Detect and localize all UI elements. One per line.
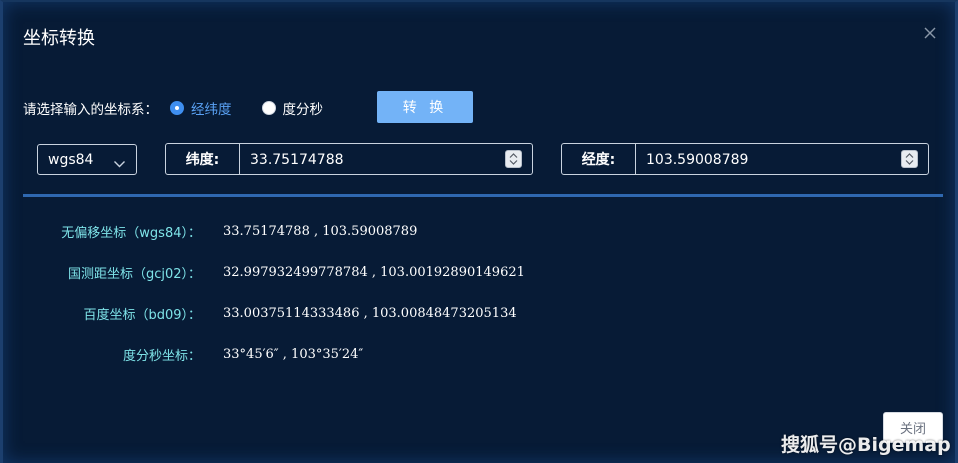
longitude-input[interactable] bbox=[636, 144, 928, 176]
coordinate-conversion-dialog: 坐标转换 请选择输入的坐标系： 经纬度 度分秒 转 换 wgs84 纬度: 33… bbox=[0, 0, 958, 463]
close-icon[interactable] bbox=[923, 26, 939, 42]
spinner-icon[interactable] bbox=[901, 150, 918, 168]
result-label: 无偏移坐标（wgs84）： bbox=[61, 225, 201, 241]
result-value: 33.75174788 , 103.59008789 bbox=[223, 223, 418, 239]
watermark: 搜狐号@Bigemap bbox=[781, 434, 951, 456]
radio-label: 度分秒 bbox=[282, 102, 324, 118]
longitude-field: 经度: bbox=[561, 143, 929, 176]
convert-button[interactable]: 转 换 bbox=[377, 91, 473, 123]
radio-decimal-degrees[interactable]: 经纬度 bbox=[170, 98, 232, 118]
result-label: 度分秒坐标： bbox=[122, 348, 201, 364]
radio-unchecked-icon bbox=[261, 101, 276, 115]
result-row-wgs84: 无偏移坐标（wgs84）： 33.75174788 , 103.59008789 bbox=[3, 221, 903, 241]
result-row-dms: 度分秒坐标： 33°45′6″ , 103°35′24″ bbox=[3, 344, 903, 364]
dialog-title: 坐标转换 bbox=[23, 28, 95, 49]
longitude-label: 经度: bbox=[562, 144, 636, 174]
latitude-field: 纬度: bbox=[165, 143, 533, 176]
datum-select[interactable]: wgs84 bbox=[37, 144, 137, 175]
radio-dms[interactable]: 度分秒 bbox=[261, 98, 324, 118]
coordinate-system-prompt: 请选择输入的坐标系： bbox=[23, 102, 158, 118]
result-value: 32.997932499778784 , 103.00192890149621 bbox=[223, 264, 525, 280]
result-value: 33.00375114333486 , 103.00848473205134 bbox=[223, 305, 517, 321]
chevron-down-icon bbox=[113, 154, 126, 173]
latitude-input[interactable] bbox=[240, 144, 532, 176]
latitude-label: 纬度: bbox=[166, 144, 240, 174]
result-label: 百度坐标（bd09）： bbox=[83, 307, 201, 323]
result-row-bd09: 百度坐标（bd09）： 33.00375114333486 , 103.0084… bbox=[3, 303, 903, 323]
coordinate-system-row: 请选择输入的坐标系： 经纬度 度分秒 bbox=[23, 92, 323, 124]
divider bbox=[23, 194, 943, 197]
result-value: 33°45′6″ , 103°35′24″ bbox=[223, 346, 364, 362]
spinner-icon[interactable] bbox=[505, 150, 522, 168]
result-label: 国测距坐标（gcj02）： bbox=[67, 266, 201, 282]
datum-select-value: wgs84 bbox=[48, 151, 94, 168]
radio-checked-icon bbox=[170, 101, 184, 115]
result-row-gcj02: 国测距坐标（gcj02）： 32.997932499778784 , 103.0… bbox=[3, 262, 903, 282]
radio-label: 经纬度 bbox=[191, 102, 232, 118]
